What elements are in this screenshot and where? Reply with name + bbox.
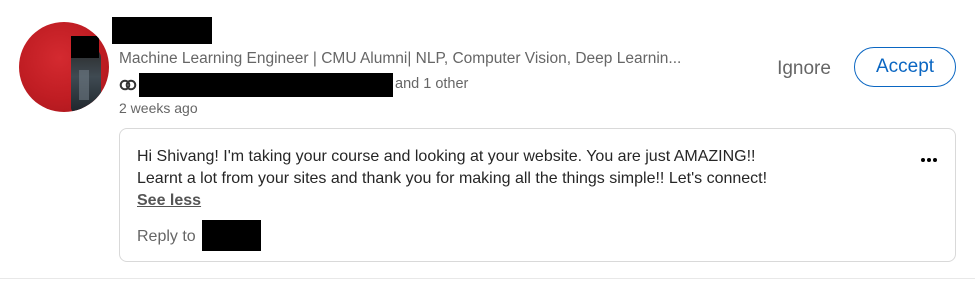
invitation-card: Machine Learning Engineer | CMU Alumni| …: [0, 0, 975, 282]
avatar-figure-shade: [79, 70, 89, 100]
sender-headline: Machine Learning Engineer | CMU Alumni| …: [119, 50, 682, 67]
divider: [0, 278, 975, 279]
reply-recipient-redaction: [202, 220, 261, 251]
sender-name-redaction: [112, 17, 212, 44]
message-body: Hi Shivang! I'm taking your course and l…: [137, 146, 897, 190]
mutual-connection-redaction: [139, 73, 393, 97]
see-less-link[interactable]: See less: [137, 192, 201, 210]
mutual-connections-other[interactable]: and 1 other: [395, 76, 468, 92]
accept-button[interactable]: Accept: [854, 47, 956, 87]
reply-link[interactable]: Reply to: [137, 228, 196, 246]
more-options-button[interactable]: [915, 149, 943, 171]
avatar-redaction: [71, 36, 99, 58]
avatar[interactable]: [19, 22, 109, 112]
message-line: Hi Shivang! I'm taking your course and l…: [137, 148, 756, 165]
message-line: Learnt a lot from your sites and thank y…: [137, 170, 768, 187]
mutual-connections-icon: [119, 79, 137, 91]
ignore-button[interactable]: Ignore: [766, 54, 842, 84]
more-options-icon: [921, 158, 937, 162]
invitation-timestamp: 2 weeks ago: [119, 100, 198, 116]
